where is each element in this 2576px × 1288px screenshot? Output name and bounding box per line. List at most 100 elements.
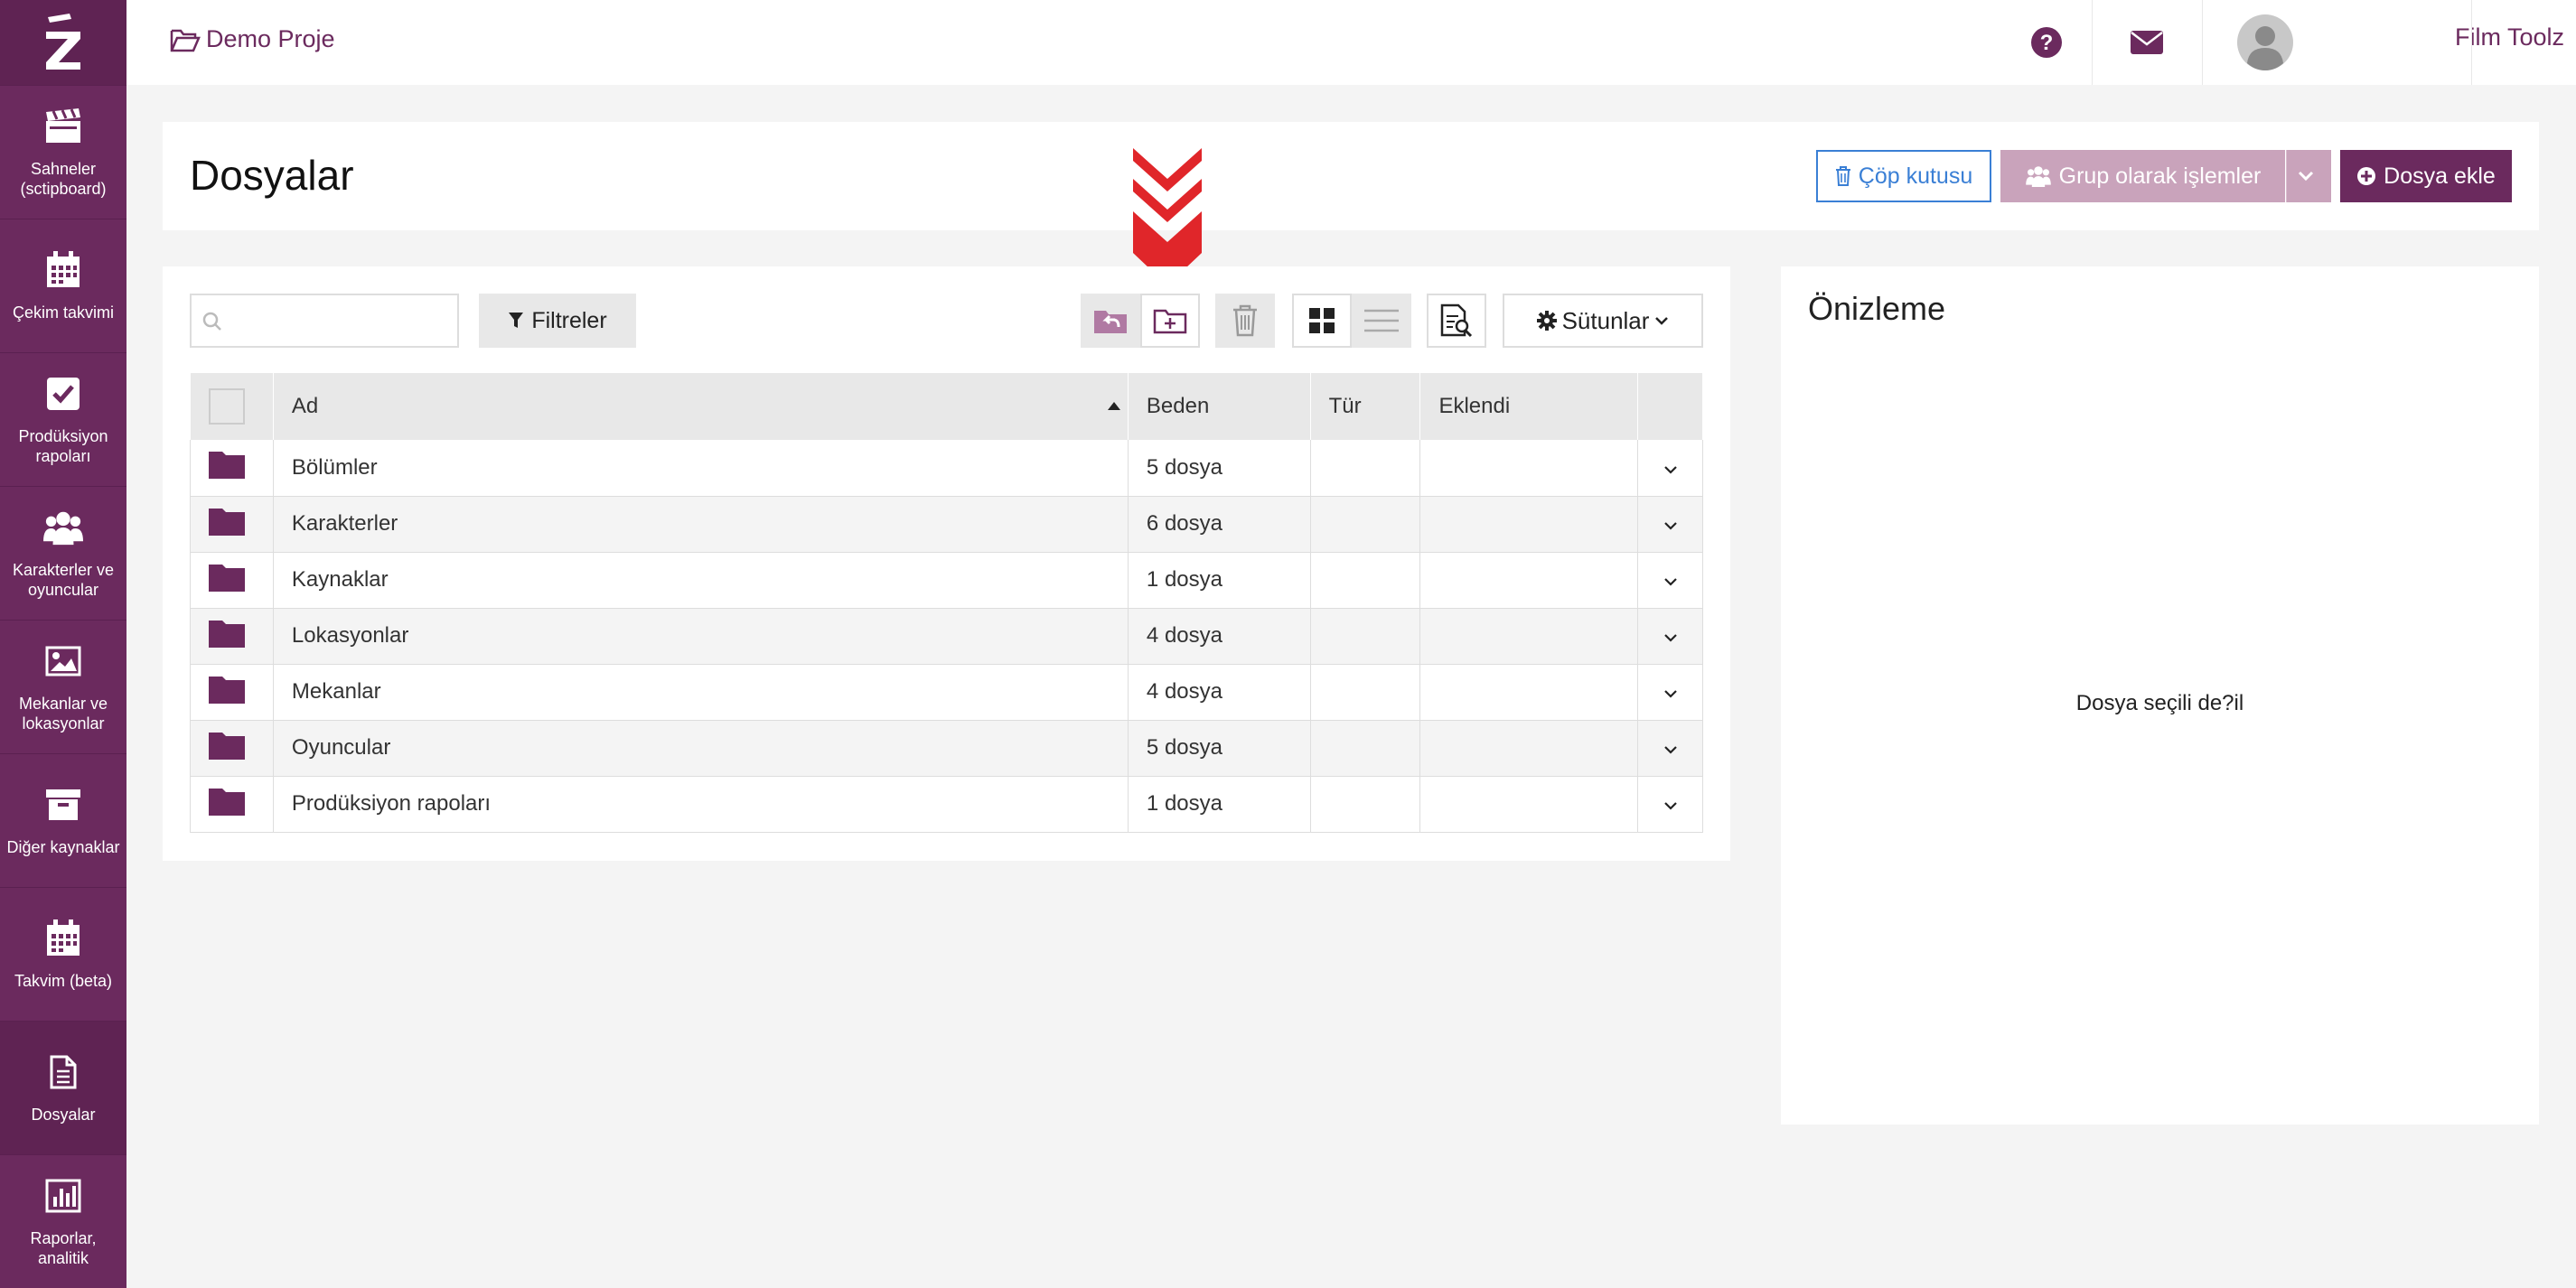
sidebar-item-label: Diğer kaynaklar — [6, 837, 120, 856]
sidebar-item-locations[interactable]: Mekanlar ve lokasyonlar — [0, 620, 126, 753]
folder-icon — [209, 508, 245, 536]
row-icon-cell — [190, 776, 274, 833]
users-icon — [2025, 166, 2051, 187]
chevron-down-icon — [1663, 634, 1677, 642]
project-link[interactable]: Demo Proje — [170, 25, 335, 53]
preview-panel: Önizleme Dosya seçili de?il — [1781, 266, 2539, 1125]
logo-icon — [46, 14, 80, 70]
chevron-down-icon — [1655, 317, 1669, 325]
folder-icon — [209, 564, 245, 592]
file-name[interactable]: Bölümler — [273, 440, 1129, 497]
calendar-icon — [43, 250, 83, 290]
column-type[interactable]: Tür — [1310, 373, 1421, 440]
file-name[interactable]: Kaynaklar — [273, 552, 1129, 609]
grid-icon — [1309, 308, 1335, 333]
group-actions-button[interactable]: Grup olarak işlemler — [2000, 150, 2285, 202]
envelope-icon — [2131, 31, 2163, 54]
sidebar-item-other-resources[interactable]: Diğer kaynaklar — [0, 753, 126, 887]
row-menu-button[interactable] — [1637, 720, 1703, 777]
row-menu-button[interactable] — [1637, 440, 1703, 497]
gear-icon — [1536, 311, 1557, 331]
filters-button[interactable]: Filtreler — [479, 294, 636, 348]
sidebar-item-files[interactable]: Dosyalar — [0, 1021, 126, 1154]
file-type — [1310, 608, 1421, 665]
search-box[interactable] — [190, 294, 459, 348]
file-type — [1310, 552, 1421, 609]
sidebar-item-shooting-schedule[interactable]: Çekim takvimi — [0, 219, 126, 352]
list-view-button[interactable] — [1352, 294, 1411, 348]
filters-label: Filtreler — [531, 307, 607, 333]
clapperboard-icon — [43, 107, 83, 146]
column-added[interactable]: Eklendi — [1419, 373, 1639, 440]
sidebar-item-scenes[interactable]: Sahneler (sctipboard) — [0, 85, 126, 219]
column-name[interactable]: Ad — [273, 373, 1129, 440]
column-type-label: Tür — [1328, 394, 1362, 418]
add-file-button[interactable]: Dosya ekle — [2340, 150, 2512, 202]
trash-button[interactable]: Çöp kutusu — [1816, 150, 1991, 202]
sidebar-item-reports[interactable]: Raporlar, analitik — [0, 1154, 126, 1288]
sidebar-item-production-reports[interactable]: Prodüksiyon rapoları — [0, 352, 126, 486]
messages-button[interactable] — [2092, 0, 2202, 85]
file-name[interactable]: Prodüksiyon rapoları — [273, 776, 1129, 833]
row-icon-cell — [190, 496, 274, 553]
sidebar-item-label: Dosyalar — [31, 1105, 96, 1124]
file-name[interactable]: Karakterler — [273, 496, 1129, 553]
help-button[interactable]: ? — [2015, 0, 2078, 85]
delete-button[interactable] — [1215, 294, 1275, 348]
row-icon-cell — [190, 608, 274, 665]
file-size: 6 dosya — [1128, 496, 1311, 553]
sidebar-item-characters[interactable]: Karakterler ve oyuncular — [0, 486, 126, 620]
row-menu-button[interactable] — [1637, 608, 1703, 665]
preview-title: Önizleme — [1808, 290, 1946, 327]
sidebar-item-calendar-beta[interactable]: Takvim (beta) — [0, 887, 126, 1021]
preview-toggle-button[interactable] — [1427, 294, 1486, 348]
filter-icon — [509, 313, 524, 328]
file-added — [1419, 664, 1639, 721]
search-icon — [202, 312, 221, 331]
chevron-down-icon — [1663, 578, 1677, 586]
chevron-down-icon — [2298, 171, 2313, 182]
table-row[interactable]: Lokasyonlar 4 dosya — [190, 608, 1703, 665]
folder-icon — [209, 620, 245, 648]
file-name[interactable]: Oyuncular — [273, 720, 1129, 777]
sidebar-item-label: Raporlar, analitik — [30, 1228, 97, 1267]
calendar-icon — [43, 919, 83, 958]
sidebar: Sahneler (sctipboard) Çekim takvimi Prod… — [0, 0, 126, 1288]
columns-button[interactable]: Sütunlar — [1503, 294, 1703, 348]
page-title: Dosyalar — [190, 152, 354, 199]
row-menu-button[interactable] — [1637, 552, 1703, 609]
file-size: 1 dosya — [1128, 552, 1311, 609]
group-actions-dropdown[interactable] — [2286, 150, 2331, 202]
new-folder-button[interactable] — [1140, 294, 1200, 348]
column-size[interactable]: Beden — [1128, 373, 1311, 440]
column-actions — [1637, 373, 1703, 440]
file-added — [1419, 496, 1639, 553]
table-row[interactable]: Oyuncular 5 dosya — [190, 720, 1703, 777]
row-menu-button[interactable] — [1637, 776, 1703, 833]
row-menu-button[interactable] — [1637, 664, 1703, 721]
table-row[interactable]: Mekanlar 4 dosya — [190, 664, 1703, 721]
table-row[interactable]: Prodüksiyon rapoları 1 dosya — [190, 776, 1703, 833]
app-logo[interactable] — [0, 0, 126, 85]
avatar[interactable] — [2236, 0, 2294, 85]
parent-folder-button[interactable] — [1081, 294, 1140, 348]
grid-view-button[interactable] — [1292, 294, 1352, 348]
user-avatar-icon — [2237, 14, 2293, 70]
file-size: 5 dosya — [1128, 720, 1311, 777]
table-row[interactable]: Karakterler 6 dosya — [190, 496, 1703, 553]
trash-button-label: Çöp kutusu — [1858, 163, 1973, 189]
table-row[interactable]: Kaynaklar 1 dosya — [190, 552, 1703, 609]
sidebar-item-label: Karakterler ve oyuncular — [12, 560, 115, 599]
files-table: Ad Beden Tür Eklendi Bölümler 5 dosya Ka — [190, 373, 1703, 833]
file-name[interactable]: Mekanlar — [273, 664, 1129, 721]
table-row[interactable]: Bölümler 5 dosya — [190, 440, 1703, 497]
table-header-row: Ad Beden Tür Eklendi — [190, 373, 1703, 440]
chevron-down-icon — [1663, 522, 1677, 530]
row-menu-button[interactable] — [1637, 496, 1703, 553]
archive-icon — [43, 785, 83, 825]
file-name[interactable]: Lokasyonlar — [273, 608, 1129, 665]
select-all-checkbox[interactable] — [208, 388, 245, 425]
sort-asc-icon — [1107, 402, 1120, 410]
file-size: 5 dosya — [1128, 440, 1311, 497]
file-added — [1419, 720, 1639, 777]
